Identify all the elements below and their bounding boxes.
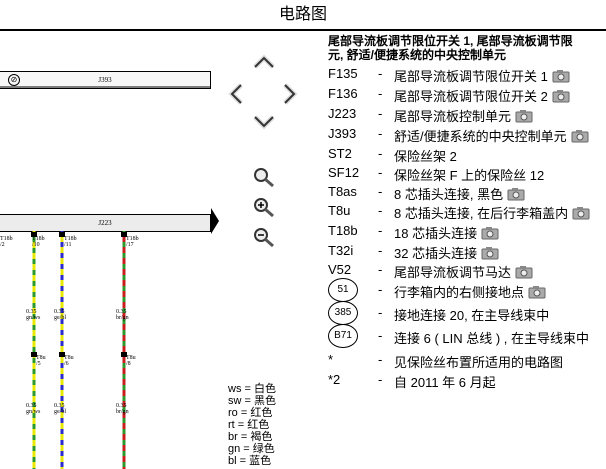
component-code: V52 bbox=[328, 262, 352, 277]
component-code: J393 bbox=[328, 126, 357, 141]
zoom-out-icon[interactable] bbox=[252, 226, 276, 248]
component-description: 接地连接 20, 在主导线束中 bbox=[394, 308, 550, 323]
zoom-fit-icon[interactable] bbox=[252, 166, 276, 188]
component-code: *2 bbox=[328, 372, 341, 387]
separator: - bbox=[378, 126, 383, 141]
component-description: 保险丝架 2 bbox=[394, 149, 457, 164]
lower-connector-3: T8u/8 bbox=[126, 355, 136, 367]
wire-spec-6: 0.35 br/gn bbox=[116, 403, 129, 415]
lower-connector-1: T8u/5 bbox=[36, 355, 46, 367]
component-description: 8 芯插头连接, 在后行李箱盖内 bbox=[394, 203, 590, 222]
component-description: 尾部导流板调节限位开关 2 bbox=[394, 86, 570, 105]
legend-row: ws = 白色 bbox=[228, 383, 276, 395]
separator: - bbox=[378, 352, 383, 367]
separator: - bbox=[378, 223, 383, 238]
pan-up-icon[interactable] bbox=[252, 54, 276, 70]
legend-row: gn = 绿色 bbox=[228, 443, 275, 455]
component-code: T8u bbox=[328, 203, 351, 218]
wire-color-legend: ws = 白色 sw = 黑色 ro = 红色 rt = 红色 br = 褐色 … bbox=[228, 383, 276, 467]
connector-label-2: T18b/10 bbox=[32, 236, 45, 248]
camera-icon[interactable] bbox=[572, 206, 590, 220]
pan-left-icon[interactable] bbox=[228, 82, 244, 106]
component-code: * bbox=[328, 352, 334, 367]
component-description: 尾部导流板调节限位开关 1 bbox=[394, 66, 570, 85]
wire-spec-2: 0.35 ge/bl bbox=[54, 309, 66, 321]
component-code: F136 bbox=[328, 86, 358, 101]
camera-icon[interactable] bbox=[481, 246, 499, 260]
legend-row: bl = 蓝色 bbox=[228, 455, 272, 467]
component-legend-panel: 尾部导流板调节限位开关 1, 尾部导流板调节限 元, 舒适/便捷系统的中央控制单… bbox=[328, 34, 606, 469]
camera-icon[interactable] bbox=[528, 285, 546, 299]
component-description: 保险丝架 F 上的保险丝 12 bbox=[394, 168, 545, 183]
component-description: 连接 6 ( LIN 总线 ) , 在主导线束中 bbox=[394, 331, 590, 346]
legend-row: sw = 黑色 bbox=[228, 395, 276, 407]
component-code: ST2 bbox=[328, 146, 352, 161]
panel-heading: 尾部导流板调节限位开关 1, 尾部导流板调节限 元, 舒适/便捷系统的中央控制单… bbox=[328, 34, 573, 62]
component-code: T8as bbox=[328, 184, 357, 199]
zoom-in-icon[interactable] bbox=[252, 196, 276, 218]
component-description: 尾部导流板调节马达 bbox=[394, 262, 533, 281]
component-description: 尾部导流板控制单元 bbox=[394, 106, 533, 125]
legend-row: rt = 红色 bbox=[228, 419, 270, 431]
separator: - bbox=[378, 146, 383, 161]
separator: - bbox=[378, 165, 383, 180]
collapse-arrow-icon[interactable] bbox=[211, 208, 219, 234]
component-description: 8 芯插头连接, 黑色 bbox=[394, 184, 525, 203]
wire-spec-5: 0.35 ge/bl bbox=[54, 403, 66, 415]
legend-row: br = 褐色 bbox=[228, 431, 273, 443]
wire-spec-3: 0.35 br/gn bbox=[116, 309, 129, 321]
legend-row: ro = 红色 bbox=[228, 407, 273, 419]
camera-icon[interactable] bbox=[515, 265, 533, 279]
component-description: 自 2011 年 6 月起 bbox=[394, 375, 496, 390]
separator: - bbox=[378, 305, 383, 320]
component-description: 舒适/便捷系统的中央控制单元 bbox=[394, 126, 589, 145]
component-description: 见保险丝布置所适用的电路图 bbox=[394, 355, 564, 370]
component-code: SF12 bbox=[328, 165, 360, 180]
separator: - bbox=[378, 328, 383, 343]
ground-point-badge: 51 bbox=[328, 278, 358, 302]
connector-label-3: T18b/11 bbox=[64, 236, 77, 248]
camera-icon[interactable] bbox=[515, 109, 533, 123]
separator: - bbox=[378, 262, 383, 277]
camera-icon[interactable] bbox=[481, 226, 499, 240]
pan-right-icon[interactable] bbox=[282, 82, 298, 106]
camera-icon[interactable] bbox=[507, 187, 525, 201]
component-code: T18b bbox=[328, 223, 358, 238]
component-description: 18 芯插头连接 bbox=[394, 223, 499, 242]
connector-label-4: T18b/17 bbox=[126, 236, 139, 248]
separator: - bbox=[378, 106, 383, 121]
lower-connector-2: T8u/6 bbox=[64, 355, 74, 367]
wiring-diagram[interactable]: J393 ⊘ J223 T18b/2 T18b/10 T18b/11 T18b /… bbox=[0, 31, 215, 469]
separator: - bbox=[378, 184, 383, 199]
page-title: 电路图 bbox=[278, 6, 327, 23]
connector-label-1: T18b/2 bbox=[0, 236, 13, 248]
wire-spec-4: 0.35 gn/ws bbox=[26, 403, 41, 415]
wire-spec-1: 0.35 gn/ws bbox=[26, 309, 41, 321]
separator: - bbox=[378, 372, 383, 387]
separator: - bbox=[378, 243, 383, 258]
component-code: T32i bbox=[328, 243, 354, 258]
separator: - bbox=[378, 203, 383, 218]
separator: - bbox=[378, 86, 383, 101]
camera-icon[interactable] bbox=[552, 69, 570, 83]
pan-down-icon[interactable] bbox=[252, 114, 276, 130]
component-description: 32 芯插头连接 bbox=[394, 243, 499, 262]
component-description: 行李箱内的右侧接地点 bbox=[394, 282, 546, 301]
ground-point-badge: 385 bbox=[328, 301, 358, 325]
camera-icon[interactable] bbox=[552, 89, 570, 103]
camera-icon[interactable] bbox=[571, 129, 589, 143]
separator: - bbox=[378, 66, 383, 81]
navigation-controls bbox=[222, 46, 304, 266]
separator: - bbox=[378, 282, 383, 297]
ground-point-badge: B71 bbox=[328, 324, 358, 348]
component-code: J223 bbox=[328, 106, 357, 121]
component-code: F135 bbox=[328, 66, 358, 81]
